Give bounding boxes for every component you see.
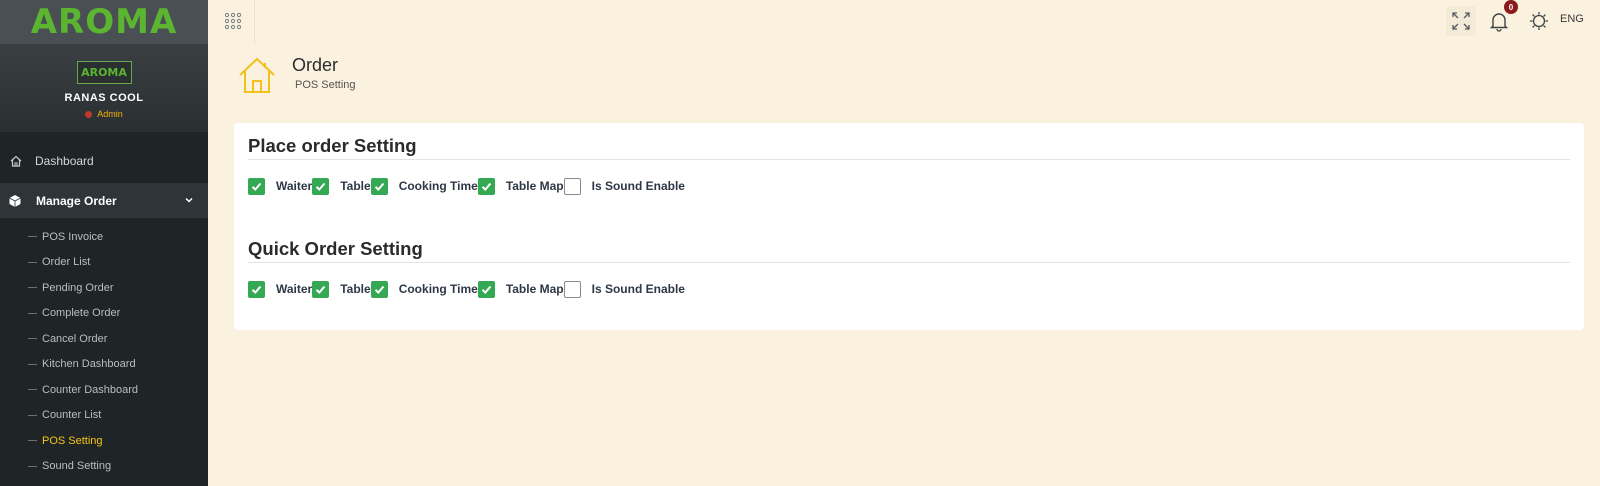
sidebar-subitem[interactable]: Complete Order [0,301,208,327]
sidebar-item-manage-order[interactable]: Manage Order [0,183,208,218]
option-table[interactable]: Table [312,177,371,195]
topbar-divider [254,0,255,44]
checkbox[interactable] [563,177,581,195]
check-icon [316,182,326,191]
notification-badge: 0 [1504,0,1518,14]
sidebar-subitem[interactable]: Sound Setting [0,454,208,480]
user-role: Admin [85,109,123,119]
option-waiter[interactable]: Waiter [248,280,313,298]
option-label: Is Sound Enable [591,282,685,296]
brand-header[interactable]: AROMA [0,0,208,44]
user-avatar-logo: AROMA [76,61,132,84]
apps-grid-icon[interactable] [220,8,246,34]
top-bar: 0 ENG [208,0,1600,44]
page-title: Order [292,55,339,75]
checkbox[interactable] [312,280,330,298]
fullscreen-icon[interactable] [1446,6,1476,36]
sidebar-subitem[interactable]: Counter Dashboard [0,377,208,403]
check-icon [374,285,384,294]
option-label: Table Map [505,282,564,296]
pos-settings-card: Place order Setting Waiter Table Cooking T… [234,123,1584,330]
place-order-setting-section: Place order Setting Waiter Table Cooking T… [248,135,1570,195]
sidebar-item-label: Manage Order [36,193,117,208]
language-selector[interactable]: ENG [1560,13,1584,25]
option-label: Cooking Time [398,179,478,193]
checkbox[interactable] [370,280,388,298]
notification-bell-icon[interactable]: 0 [1484,0,1518,36]
option-cooking-time[interactable]: Cooking Time [370,177,478,195]
option-cooking-time[interactable]: Cooking Time [370,280,478,298]
option-is-sound-enable[interactable]: Is Sound Enable [563,280,685,298]
checkbox[interactable] [248,280,265,298]
section-title: Place order Setting [248,135,1570,160]
sidebar-item-dashboard[interactable]: Dashboard [0,148,208,174]
option-label: Table [340,179,371,193]
home-icon [9,154,23,168]
check-icon [481,182,492,191]
option-waiter[interactable]: Waiter [248,177,313,195]
place-order-options: Waiter Table Cooking Time Table Map Is Sound… [248,177,1570,195]
checkbox[interactable] [477,177,495,195]
section-title: Quick Order Setting [248,238,1570,263]
sidebar-subitem[interactable]: Counter List [0,403,208,429]
checkbox[interactable] [312,177,330,195]
option-label: Cooking Time [398,282,478,296]
option-table[interactable]: Table [312,280,371,298]
check-icon [481,285,492,294]
sidebar-subitem[interactable]: POS Setting [0,428,208,454]
option-label: Table [340,282,371,296]
check-icon [374,182,384,191]
chevron-down-icon[interactable] [184,195,194,205]
status-dot-icon [85,110,93,118]
sidebar-subitem[interactable]: Kitchen Dashboard [0,352,208,378]
sidebar-item-label: Dashboard [35,154,94,168]
option-label: Waiter [276,179,313,193]
manage-order-submenu: POS Invoice Order List Pending Order Comple… [0,224,208,479]
brand-logo[interactable]: AROMA [31,2,178,42]
page-header: Order POS Setting [237,55,356,95]
checkbox[interactable] [248,177,265,195]
user-profile: AROMA RANAS COOL Admin [0,44,208,132]
check-icon [251,182,262,191]
cube-icon [8,194,22,208]
quick-order-options: Waiter Table Cooking Time Table Map Is Sound… [248,280,1570,298]
check-icon [316,285,326,294]
option-label: Waiter [276,282,313,296]
user-name: RANAS COOL [64,92,144,104]
sidebar-subitem[interactable]: POS Invoice [0,224,208,250]
quick-order-setting-section: Quick Order Setting Waiter Table Cooking T… [248,238,1570,298]
settings-gear-icon[interactable] [1524,6,1554,36]
checkbox[interactable] [563,280,581,298]
home-icon [237,55,277,95]
option-table-map[interactable]: Table Map [477,280,564,298]
sidebar-subitem[interactable]: Order List [0,250,208,276]
option-table-map[interactable]: Table Map [477,177,564,195]
sidebar-subitem[interactable]: Cancel Order [0,326,208,352]
checkbox[interactable] [477,280,495,298]
check-icon [251,285,262,294]
user-role-label: Admin [97,109,123,119]
option-label: Is Sound Enable [591,179,685,193]
sidebar-subitem[interactable]: Pending Order [0,275,208,301]
page-subtitle: POS Setting [295,79,356,91]
option-is-sound-enable[interactable]: Is Sound Enable [563,177,685,195]
checkbox[interactable] [370,177,388,195]
sidebar: AROMA AROMA RANAS COOL Admin Dashboard M… [0,0,208,486]
option-label: Table Map [505,179,564,193]
